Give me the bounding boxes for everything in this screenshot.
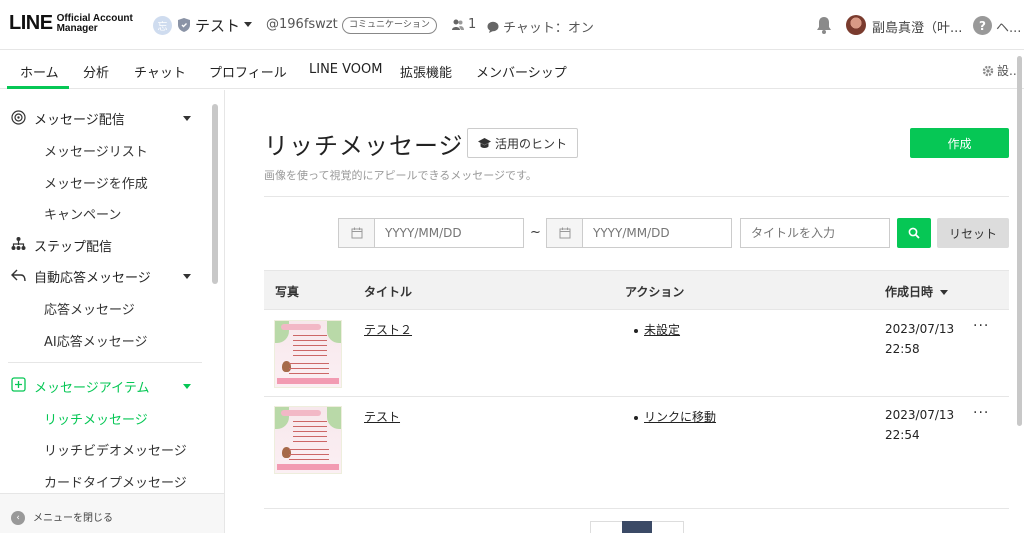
create-button[interactable]: 作成: [910, 128, 1009, 158]
column-title: タイトル: [364, 285, 413, 299]
date-to-field[interactable]: [546, 218, 732, 248]
pagination-active-page[interactable]: [622, 521, 652, 533]
main-nav: ホーム 分析 チャット プロフィール LINE VOOM 拡張機能 メンバーシッ…: [0, 50, 1024, 89]
row-action: 未設定: [634, 321, 680, 338]
row-date: 2023/07/13: [885, 322, 955, 336]
usage-hint-label: 活用のヒント: [494, 136, 567, 151]
date-from-input[interactable]: [375, 219, 523, 247]
search-button[interactable]: [897, 218, 931, 248]
tab-extensions[interactable]: 拡張機能: [400, 62, 452, 81]
chevron-down-icon[interactable]: [244, 22, 252, 27]
more-options-icon[interactable]: ···: [973, 318, 989, 334]
row-date: 2023/07/13: [885, 408, 955, 422]
row-action: リンクに移動: [634, 408, 716, 425]
reply-arrow-icon: [11, 269, 26, 282]
help-label[interactable]: ヘ...: [996, 17, 1021, 36]
tab-analytics[interactable]: 分析: [83, 62, 109, 81]
step-tree-icon: [11, 237, 26, 250]
user-avatar[interactable]: [846, 15, 866, 35]
usage-hint-button[interactable]: 活用のヒント: [467, 128, 578, 158]
tab-line-voom[interactable]: LINE VOOM: [309, 62, 383, 77]
account-type-badge: コミュニケーション: [342, 17, 437, 34]
sort-descending-icon[interactable]: [940, 290, 948, 295]
row-title-link[interactable]: テスト２: [364, 321, 412, 338]
page-description: 画像を使って視覚的にアピールできるメッセージです。: [264, 169, 537, 182]
graduation-cap-icon: [477, 137, 491, 148]
chat-bubble-icon: [487, 21, 499, 33]
tab-membership[interactable]: メンバーシップ: [476, 62, 567, 81]
logo-sub-line-2: Manager: [56, 22, 98, 34]
shield-icon: [178, 18, 190, 32]
rich-message-thumbnail[interactable]: [274, 406, 342, 474]
sidebar-item-message-list[interactable]: メッセージリスト: [44, 141, 148, 160]
date-range-separator: ~: [530, 225, 541, 240]
sidebar-item-message-items[interactable]: メッセージアイテム: [34, 377, 149, 396]
sidebar-item-campaign[interactable]: キャンペーン: [44, 204, 121, 223]
chevron-down-icon[interactable]: [183, 384, 191, 389]
sidebar-item-response-message[interactable]: 応答メッセージ: [44, 299, 135, 318]
logo-sub-text: Official Account Manager: [56, 13, 133, 34]
friends-count-value: 1: [468, 17, 477, 32]
bell-icon[interactable]: [816, 16, 832, 34]
date-to-input[interactable]: [583, 219, 731, 247]
line-oa-logo[interactable]: LINE Official Account Manager: [9, 12, 133, 35]
column-photo: 写真: [275, 285, 300, 299]
user-name[interactable]: 副島真澄（叶...: [872, 17, 962, 36]
page-title: リッチメッセージ: [264, 132, 464, 160]
reset-button[interactable]: リセット: [937, 218, 1009, 248]
title-divider: [264, 196, 1009, 197]
search-icon: [908, 227, 920, 239]
help-icon[interactable]: ?: [973, 16, 992, 35]
row-time: 22:54: [885, 428, 920, 442]
gear-icon: [982, 65, 994, 76]
row-created-at: 2023/07/13 22:54: [885, 405, 954, 445]
row-action-link[interactable]: 未設定: [644, 323, 680, 337]
column-action: アクション: [625, 285, 685, 299]
sidebar-scrollbar[interactable]: [212, 104, 218, 284]
row-time: 22:58: [885, 342, 920, 356]
settings-link[interactable]: 設...: [982, 62, 1020, 79]
chat-status[interactable]: チャット：オン: [487, 17, 594, 36]
chat-status-text: チャット：オン: [503, 21, 594, 36]
sidebar-item-create-message[interactable]: メッセージを作成: [44, 173, 148, 192]
chevron-down-icon[interactable]: [183, 274, 191, 279]
row-title-link[interactable]: テスト: [364, 408, 400, 425]
account-name[interactable]: テスト: [195, 15, 240, 36]
rich-message-thumbnail[interactable]: [274, 320, 342, 388]
account-avatar[interactable]: 忘: [153, 16, 172, 35]
row-divider: [264, 508, 1009, 509]
tab-chat[interactable]: チャット: [134, 62, 186, 81]
calendar-icon[interactable]: [339, 219, 375, 247]
tab-profile[interactable]: プロフィール: [209, 62, 287, 81]
more-options-icon[interactable]: ···: [973, 405, 989, 421]
sidebar-item-auto-response[interactable]: 自動応答メッセージ: [34, 267, 151, 286]
date-from-field[interactable]: [338, 218, 524, 248]
friends-count: 1: [452, 17, 476, 32]
row-action-link[interactable]: リンクに移動: [644, 410, 716, 424]
sidebar-item-ai-response[interactable]: AI応答メッセージ: [44, 331, 147, 350]
broadcast-icon: [11, 110, 26, 125]
add-box-icon: [11, 377, 26, 392]
title-search-input[interactable]: [740, 218, 890, 248]
account-id: @196fswzt: [266, 17, 338, 32]
column-created-at[interactable]: 作成日時: [885, 283, 933, 300]
active-tab-indicator: [7, 86, 69, 89]
tab-home[interactable]: ホーム: [20, 62, 59, 81]
calendar-icon[interactable]: [547, 219, 583, 247]
logo-line-text: LINE: [9, 12, 53, 34]
sidebar-item-message-broadcast[interactable]: メッセージ配信: [34, 109, 125, 128]
page-scrollbar[interactable]: [1017, 56, 1022, 426]
sidebar-item-rich-message[interactable]: リッチメッセージ: [44, 409, 148, 428]
row-created-at: 2023/07/13 22:58: [885, 319, 954, 359]
sidebar-divider: [8, 362, 202, 363]
collapse-menu-button[interactable]: メニューを閉じる: [33, 509, 113, 524]
chevron-down-icon[interactable]: [183, 116, 191, 121]
chevron-left-icon[interactable]: ‹: [11, 511, 25, 525]
row-divider: [264, 396, 1009, 397]
top-header: LINE Official Account Manager 忘 テスト @196…: [0, 0, 1024, 50]
sidebar-item-rich-video-message[interactable]: リッチビデオメッセージ: [44, 440, 187, 459]
sidebar-item-step-broadcast[interactable]: ステップ配信: [34, 236, 112, 255]
people-icon: [452, 19, 464, 30]
sidebar-item-card-type-message[interactable]: カードタイプメッセージ: [44, 472, 187, 491]
